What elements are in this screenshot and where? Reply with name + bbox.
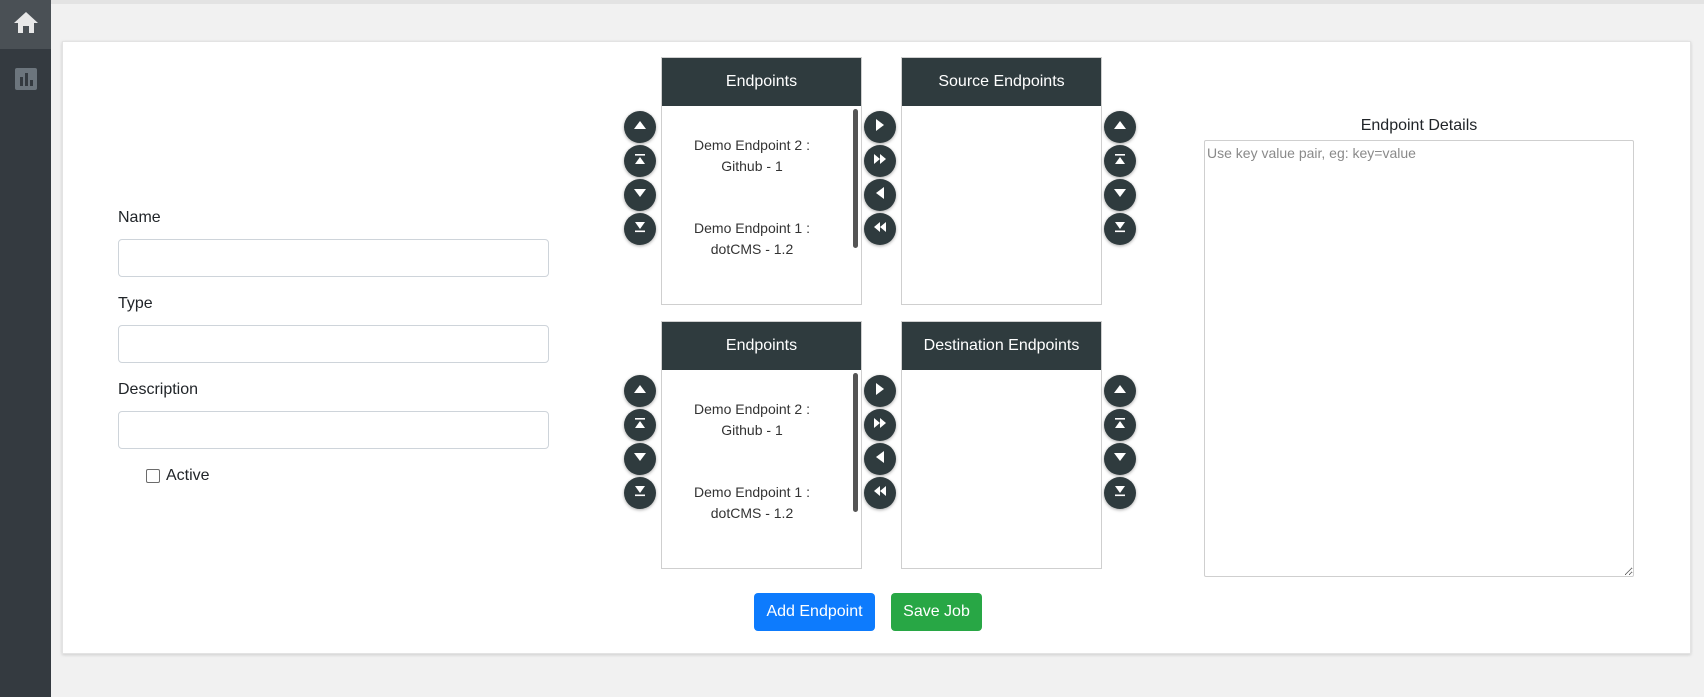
double-caret-right-icon	[873, 416, 887, 435]
dest-move-all-right-button[interactable]	[864, 409, 896, 441]
type-label: Type	[118, 295, 153, 312]
bar-chart-icon	[14, 67, 37, 95]
endpoint-details-title: Endpoint Details	[1360, 117, 1478, 134]
list-item[interactable]: Demo Endpoint 2 : Github - 1	[662, 135, 842, 177]
dest-target-move-top-button[interactable]	[1104, 409, 1136, 441]
name-input[interactable]	[118, 239, 549, 277]
source-target-move-top-button[interactable]	[1104, 145, 1136, 177]
caret-left-icon	[873, 186, 887, 205]
active-label: Active	[166, 467, 210, 484]
source-move-left-button[interactable]	[864, 179, 896, 211]
dest-move-up-button[interactable]	[624, 375, 656, 407]
home-icon	[13, 10, 39, 39]
source-selected-items	[902, 106, 1101, 305]
double-caret-right-icon	[873, 152, 887, 171]
source-target-move-bottom-button[interactable]	[1104, 213, 1136, 245]
caret-up-icon	[1113, 118, 1127, 137]
list-item[interactable]: Demo Endpoint 1 : dotCMS - 1.2	[662, 218, 842, 260]
move-top-icon	[1113, 416, 1127, 435]
source-move-all-left-button[interactable]	[864, 213, 896, 245]
source-available-header: Endpoints	[662, 58, 861, 106]
dest-move-right-button[interactable]	[864, 375, 896, 407]
move-top-icon	[633, 416, 647, 435]
move-bottom-icon	[1113, 220, 1127, 239]
top-bar	[51, 0, 1704, 4]
move-top-icon	[633, 152, 647, 171]
dest-selected-list: Destination Endpoints	[901, 321, 1102, 569]
dest-move-down-button[interactable]	[624, 443, 656, 475]
source-target-move-down-button[interactable]	[1104, 179, 1136, 211]
sidebar	[0, 0, 51, 697]
nav-home-button[interactable]	[0, 0, 51, 49]
scrollbar[interactable]	[853, 109, 858, 248]
move-bottom-icon	[633, 220, 647, 239]
dest-move-bottom-button[interactable]	[624, 477, 656, 509]
active-checkbox[interactable]	[146, 469, 160, 483]
source-move-all-right-button[interactable]	[864, 145, 896, 177]
move-top-icon	[1113, 152, 1127, 171]
move-bottom-icon	[633, 484, 647, 503]
caret-down-icon	[633, 186, 647, 205]
list-item[interactable]: Demo Endpoint 2 : Github - 1	[662, 399, 842, 441]
source-move-down-button[interactable]	[624, 179, 656, 211]
add-endpoint-button[interactable]: Add Endpoint	[754, 593, 875, 631]
name-label: Name	[118, 209, 161, 226]
dest-available-list: Endpoints Demo Endpoint 2 : Github - 1 De…	[661, 321, 862, 569]
caret-up-icon	[1113, 382, 1127, 401]
dest-available-header: Endpoints	[662, 322, 861, 370]
save-job-button[interactable]: Save Job	[891, 593, 982, 631]
source-selected-header: Source Endpoints	[902, 58, 1101, 106]
move-bottom-icon	[1113, 484, 1127, 503]
source-move-bottom-button[interactable]	[624, 213, 656, 245]
caret-up-icon	[633, 118, 647, 137]
source-move-up-button[interactable]	[624, 111, 656, 143]
caret-right-icon	[873, 118, 887, 137]
source-available-list: Endpoints Demo Endpoint 2 : Github - 1 De…	[661, 57, 862, 305]
caret-right-icon	[873, 382, 887, 401]
double-caret-left-icon	[873, 484, 887, 503]
description-label: Description	[118, 381, 199, 398]
endpoint-details-textarea[interactable]	[1204, 140, 1634, 577]
dest-target-move-down-button[interactable]	[1104, 443, 1136, 475]
active-checkbox-group: Active	[146, 467, 210, 485]
source-move-top-button[interactable]	[624, 145, 656, 177]
source-available-items: Demo Endpoint 2 : Github - 1 Demo Endpoin…	[662, 106, 861, 305]
dest-target-move-up-button[interactable]	[1104, 375, 1136, 407]
caret-up-icon	[633, 382, 647, 401]
type-input[interactable]	[118, 325, 549, 363]
source-target-move-up-button[interactable]	[1104, 111, 1136, 143]
list-item[interactable]: Demo Endpoint 1 : dotCMS - 1.2	[662, 482, 842, 524]
caret-left-icon	[873, 450, 887, 469]
caret-down-icon	[1113, 186, 1127, 205]
dest-move-left-button[interactable]	[864, 443, 896, 475]
description-input[interactable]	[118, 411, 549, 449]
dest-move-top-button[interactable]	[624, 409, 656, 441]
dest-selected-items	[902, 370, 1101, 569]
nav-reports-button[interactable]	[0, 66, 51, 96]
source-move-right-button[interactable]	[864, 111, 896, 143]
caret-down-icon	[1113, 450, 1127, 469]
double-caret-left-icon	[873, 220, 887, 239]
dest-move-all-left-button[interactable]	[864, 477, 896, 509]
scrollbar[interactable]	[853, 373, 858, 512]
dest-selected-header: Destination Endpoints	[902, 322, 1101, 370]
caret-down-icon	[633, 450, 647, 469]
dest-available-items: Demo Endpoint 2 : Github - 1 Demo Endpoin…	[662, 370, 861, 569]
dest-target-move-bottom-button[interactable]	[1104, 477, 1136, 509]
source-selected-list: Source Endpoints	[901, 57, 1102, 305]
